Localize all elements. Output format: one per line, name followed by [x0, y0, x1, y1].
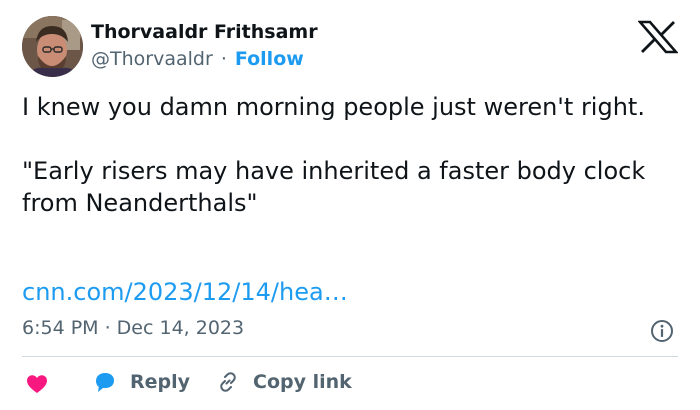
reply-bubble-icon [96, 373, 114, 392]
tweet-timestamp[interactable]: 6:54 PM · Dec 14, 2023 [22, 317, 244, 339]
author-name[interactable]: Thorvaaldr Frithsamr [91, 21, 318, 43]
tweet-text: I knew you damn morning people just were… [22, 93, 646, 217]
info-icon[interactable] [650, 319, 674, 343]
action-bar: Reply Copy link [22, 366, 682, 398]
copy-link-button[interactable]: Copy link [216, 366, 352, 398]
avatar[interactable] [22, 16, 83, 77]
reply-label: Reply [130, 371, 191, 393]
tweet-link[interactable]: cnn.com/2023/12/14/hea… [22, 278, 348, 306]
heart-icon[interactable] [25, 372, 49, 396]
divider [22, 356, 678, 357]
meta-separator: · [220, 48, 227, 70]
reply-button[interactable]: Reply [92, 366, 190, 398]
x-logo-icon[interactable] [637, 20, 679, 54]
copy-link-label: Copy link [253, 371, 352, 393]
author-handle[interactable]: @Thorvaaldr [91, 48, 213, 70]
follow-button[interactable]: Follow [235, 48, 304, 70]
link-icon [220, 372, 236, 392]
author-meta: @Thorvaaldr · Follow [91, 48, 304, 70]
avatar-image [22, 16, 83, 77]
tweet-card: Thorvaaldr Frithsamr @Thorvaaldr · Follo… [0, 0, 700, 410]
